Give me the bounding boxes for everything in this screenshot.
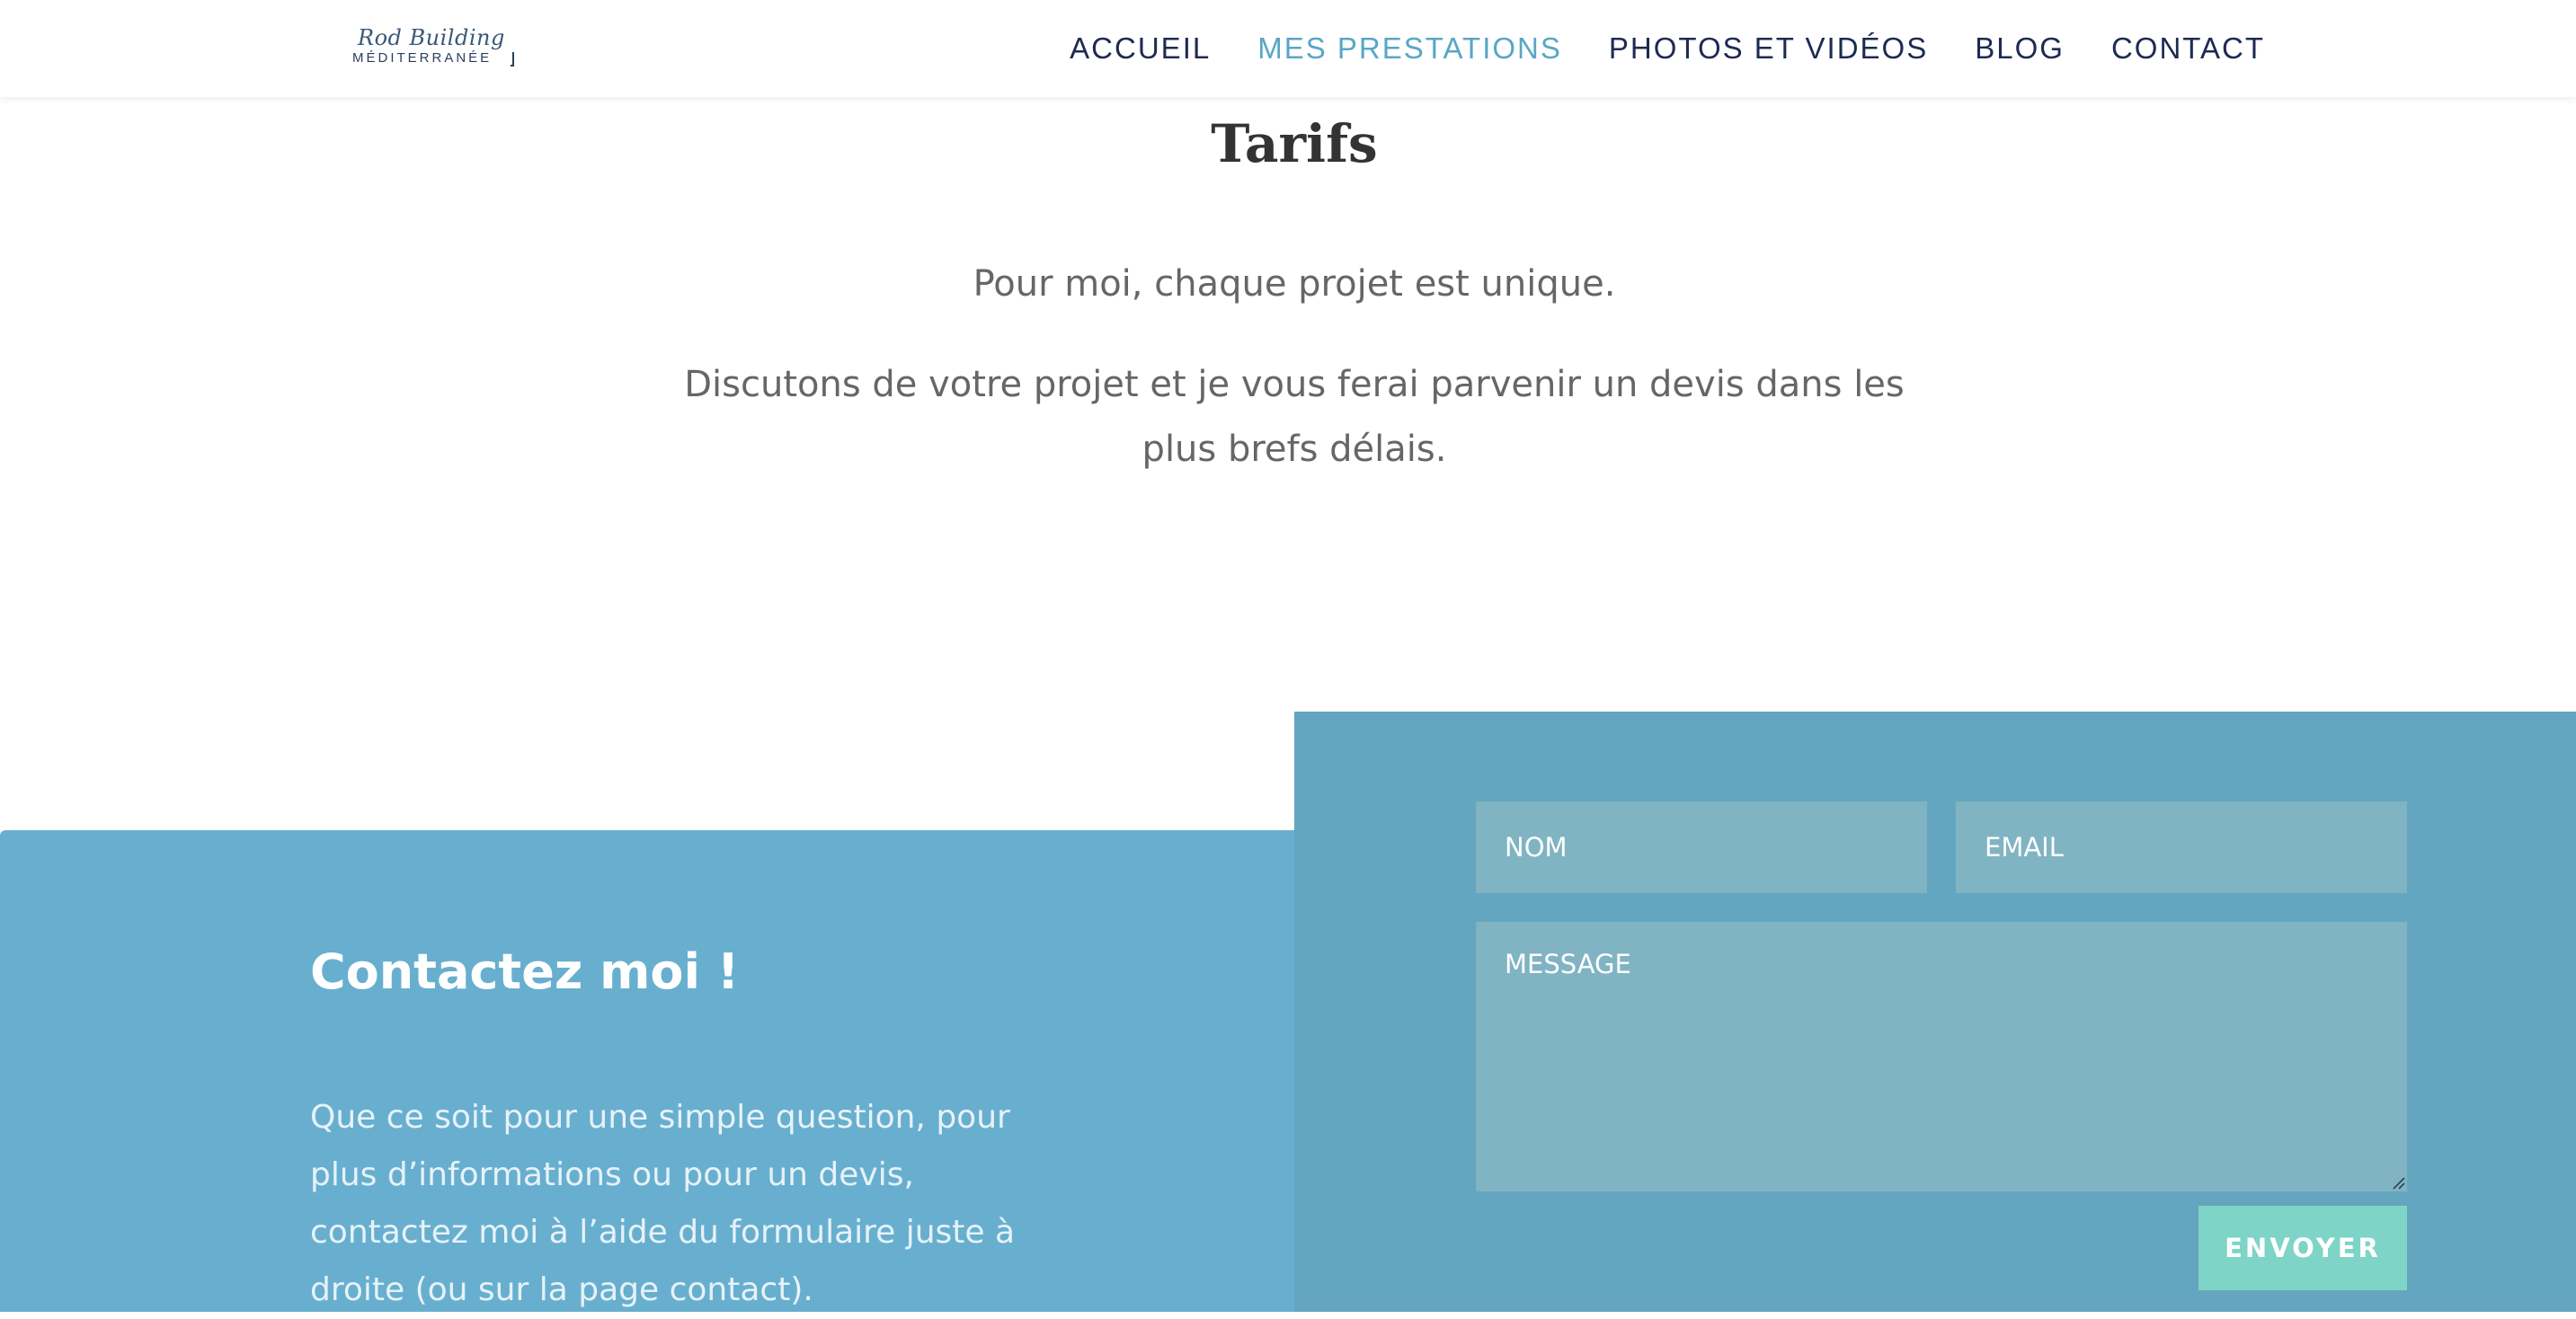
nav-item-photos-et-videos[interactable]: PHOTOS ET VIDÉOS [1609,25,1928,72]
logo-subtitle: MÉDITERRANÉE [352,50,493,66]
message-field[interactable] [1476,922,2407,1191]
nav-item-contact[interactable]: CONTACT [2111,25,2265,72]
resize-grip-icon[interactable] [2391,1175,2405,1190]
nav-item-mes-prestations[interactable]: MES PRESTATIONS [1257,25,1562,72]
submit-button[interactable]: ENVOYER [2198,1206,2407,1290]
contact-title: Contactez moi ! [310,943,740,1000]
logo-script-text: Rod Building [358,25,505,50]
name-field[interactable] [1476,801,1927,893]
tarifs-paragraph: Discutons de votre projet et je vous fer… [684,364,1905,470]
tarifs-title: Tarifs [1211,113,1378,174]
site-header: Rod Building MÉDITERRANÉE ACCUEIL MES PR… [0,0,2576,97]
main-nav: ACCUEIL MES PRESTATIONS PHOTOS ET VIDÉOS… [1070,25,2265,72]
nav-item-accueil[interactable]: ACCUEIL [1070,25,1211,72]
tarifs-paragraph: Pour moi, chaque projet est unique. [973,263,1616,305]
logo-bracket-mark [511,52,514,66]
site-logo[interactable]: Rod Building MÉDITERRANÉE [351,25,514,68]
tarifs-text: Pour moi, chaque projet est unique. Disc… [665,252,1923,518]
email-field[interactable] [1956,801,2407,893]
nav-item-blog[interactable]: BLOG [1975,25,2065,72]
contact-description: Que ce soit pour une simple question, po… [310,1099,1016,1308]
